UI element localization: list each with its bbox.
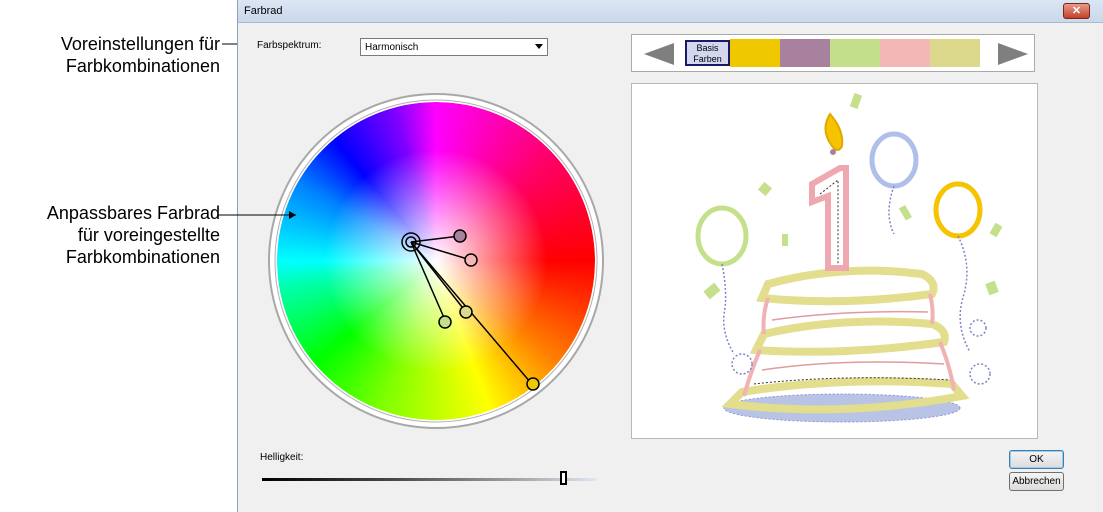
ok-label: OK [1029,454,1044,465]
ok-button[interactable]: OK [1009,450,1064,469]
basis-colors-button[interactable]: Basis Farben [685,40,730,66]
swatch-4[interactable] [880,39,930,67]
color-wheel-dialog: Farbrad ✕ Farbspektrum: Harmonisch Basis… [237,0,1103,512]
brightness-label: Helligkeit: [260,452,304,463]
handle-1 [453,229,467,243]
spectrum-value: Harmonisch [365,42,419,53]
brightness-slider-thumb[interactable] [560,471,567,485]
birthday-cake-illustration [695,93,1003,423]
cancel-button[interactable]: Abbrechen [1009,472,1064,491]
swatch-5[interactable] [930,39,980,67]
handle-2 [464,253,478,267]
brightness-slider-track[interactable] [262,478,597,481]
close-icon: ✕ [1071,5,1082,17]
swatch-bar: Basis Farben [631,34,1035,72]
next-arrow-icon[interactable] [998,43,1028,65]
handle-5 [526,377,540,391]
callout-wheel-leader [218,211,296,219]
spectrum-dropdown[interactable]: Harmonisch [360,38,548,56]
title-bar[interactable]: Farbrad ✕ [238,0,1103,23]
previous-arrow-icon[interactable] [644,43,674,65]
chevron-down-icon [535,44,543,49]
handle-4 [459,305,473,319]
cancel-label: Abbrechen [1012,476,1061,487]
design-preview [631,83,1038,439]
swatch-1[interactable] [730,39,780,67]
close-button[interactable]: ✕ [1063,3,1090,19]
handle-3 [438,315,452,329]
basis-colors-label: Basis Farben [693,43,722,64]
swatch-3[interactable] [830,39,880,67]
swatch-2[interactable] [780,39,830,67]
